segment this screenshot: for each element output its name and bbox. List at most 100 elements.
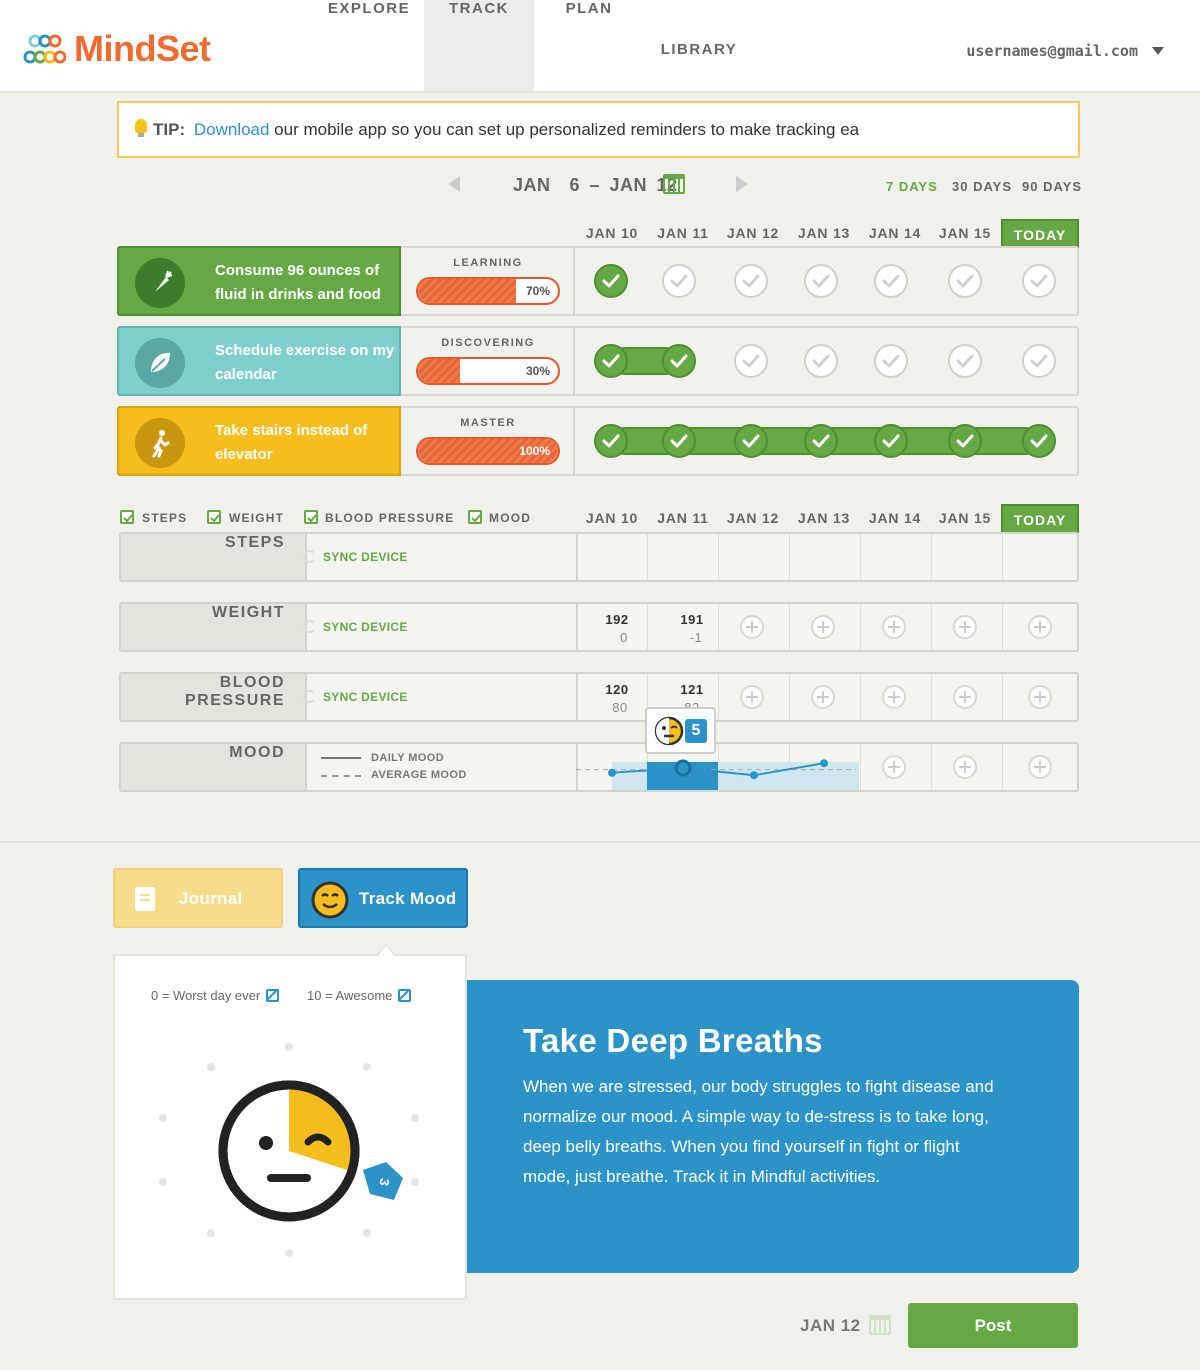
add-entry-plus-icon[interactable] <box>1028 615 1052 639</box>
next-week-arrow-icon[interactable] <box>736 176 748 192</box>
habit-label[interactable]: Take stairs instead of elevator <box>117 406 401 476</box>
mood-tooltip: 5 <box>645 707 716 754</box>
mood-toggle-label[interactable]: MOOD <box>489 511 531 525</box>
range-30-days[interactable]: 30 DAYS <box>952 179 1012 194</box>
sync-device-link[interactable]: SYNC DEVICE <box>303 550 408 564</box>
previous-week-arrow-icon[interactable] <box>448 176 460 192</box>
sync-label: SYNC DEVICE <box>323 550 408 564</box>
habit-progress: DISCOVERING 30% <box>401 328 575 394</box>
blood-pressure-checkbox[interactable] <box>304 510 318 524</box>
checked-icon[interactable] <box>948 424 982 458</box>
nav-plan[interactable]: PLAN <box>534 0 644 91</box>
checked-icon[interactable] <box>804 424 838 458</box>
metric-cell[interactable] <box>789 534 860 580</box>
progress-bar: 100% <box>416 437 560 465</box>
checked-icon[interactable] <box>662 344 696 378</box>
unchecked-icon[interactable] <box>1022 264 1056 298</box>
habit-label[interactable]: Schedule exercise on my calendar <box>117 326 401 396</box>
sync-device-link[interactable]: SYNC DEVICE <box>303 690 408 704</box>
add-entry-plus-icon[interactable] <box>953 685 977 709</box>
weight-toggle-label[interactable]: WEIGHT <box>229 511 284 525</box>
mood-scale-dot[interactable] <box>410 1177 419 1186</box>
checked-icon[interactable] <box>594 344 628 378</box>
metric-cell[interactable] <box>860 534 931 580</box>
metric-cell[interactable] <box>647 534 718 580</box>
metric-cell[interactable] <box>718 534 789 580</box>
unchecked-icon[interactable] <box>804 344 838 378</box>
edit-icon[interactable] <box>266 989 280 1002</box>
column-header: JAN 11 <box>657 225 709 241</box>
calendar-icon[interactable] <box>663 174 685 194</box>
add-entry-plus-icon[interactable] <box>882 615 906 639</box>
column-header: JAN 13 <box>797 225 851 241</box>
unchecked-icon[interactable] <box>948 264 982 298</box>
legend-average-mood: AVERAGE MOOD <box>371 769 467 781</box>
blood-pressure-toggle-label[interactable]: BLOOD PRESSURE <box>325 511 454 525</box>
mood-dial-face[interactable] <box>216 1078 362 1224</box>
habit-title: Take stairs instead of elevator <box>215 422 368 463</box>
range-7-days[interactable]: 7 DAYS <box>886 179 938 194</box>
add-entry-plus-icon[interactable] <box>811 685 835 709</box>
leaf-icon <box>135 338 185 388</box>
chevron-down-icon[interactable] <box>1152 47 1164 55</box>
add-entry-plus-icon[interactable] <box>882 685 906 709</box>
mood-scale-dot[interactable] <box>362 1229 371 1238</box>
mood-scale-dot[interactable] <box>285 1043 293 1052</box>
metric-name: MOOD <box>121 744 307 790</box>
unchecked-icon[interactable] <box>874 264 908 298</box>
mood-scale-dot[interactable] <box>285 1248 293 1257</box>
mood-checkbox[interactable] <box>468 510 482 524</box>
daily-mood-line-sample <box>321 757 361 759</box>
edit-icon[interactable] <box>398 989 412 1002</box>
nav-library[interactable]: LIBRARY <box>644 0 754 91</box>
nav-track[interactable]: TRACK <box>424 0 534 91</box>
mood-value-tag-icon[interactable]: 3 <box>360 1160 406 1204</box>
journal-button[interactable]: Journal <box>113 868 283 928</box>
metric-cell[interactable] <box>576 534 647 580</box>
unchecked-icon[interactable] <box>874 344 908 378</box>
range-90-days[interactable]: 90 DAYS <box>1022 179 1082 194</box>
steps-toggle-label[interactable]: STEPS <box>142 511 187 525</box>
add-entry-plus-icon[interactable] <box>953 615 977 639</box>
checked-icon[interactable] <box>594 264 628 298</box>
add-entry-plus-icon[interactable] <box>1028 685 1052 709</box>
mood-data-point <box>608 768 616 777</box>
smiley-icon <box>311 881 349 919</box>
unchecked-icon[interactable] <box>1022 344 1056 378</box>
track-mood-button[interactable]: Track Mood <box>298 868 468 928</box>
mood-face-icon <box>654 716 684 746</box>
add-entry-plus-icon[interactable] <box>740 615 764 639</box>
metric-cell[interactable] <box>576 674 647 720</box>
checked-icon[interactable] <box>734 424 768 458</box>
post-button[interactable]: Post <box>908 1303 1078 1348</box>
steps-checkbox[interactable] <box>120 510 134 524</box>
checked-icon[interactable] <box>594 424 628 458</box>
unchecked-icon[interactable] <box>948 344 982 378</box>
metric-cell[interactable] <box>931 534 1002 580</box>
checked-icon[interactable] <box>662 424 696 458</box>
weight-checkbox[interactable] <box>207 510 221 524</box>
mood-scale-dot[interactable] <box>410 1114 419 1123</box>
mood-area-band <box>612 762 647 790</box>
nav-explore[interactable]: EXPLORE <box>314 0 424 91</box>
download-link[interactable]: Download <box>194 120 270 139</box>
checked-icon[interactable] <box>874 424 908 458</box>
walking-person-icon <box>135 418 185 468</box>
unchecked-icon[interactable] <box>804 264 838 298</box>
add-entry-plus-icon[interactable] <box>811 615 835 639</box>
metric-cell[interactable] <box>576 604 647 650</box>
checked-icon[interactable] <box>1022 424 1056 458</box>
habit-label[interactable]: Consume 96 ounces of fluid in drinks and… <box>117 246 401 316</box>
mood-scale-dot[interactable] <box>362 1062 371 1071</box>
unchecked-icon[interactable] <box>734 264 768 298</box>
brand-logo[interactable]: MindSet <box>22 28 211 70</box>
unchecked-icon[interactable] <box>662 264 696 298</box>
sync-device-link[interactable]: SYNC DEVICE <box>303 620 408 634</box>
user-email[interactable]: usernames@gmail.com <box>966 42 1138 60</box>
add-entry-plus-icon[interactable] <box>740 685 764 709</box>
unchecked-icon[interactable] <box>734 344 768 378</box>
metric-cell[interactable] <box>647 604 718 650</box>
metric-cell[interactable] <box>1002 534 1081 580</box>
calendar-icon[interactable] <box>869 1315 891 1335</box>
tip-label: TIP: <box>153 120 186 139</box>
